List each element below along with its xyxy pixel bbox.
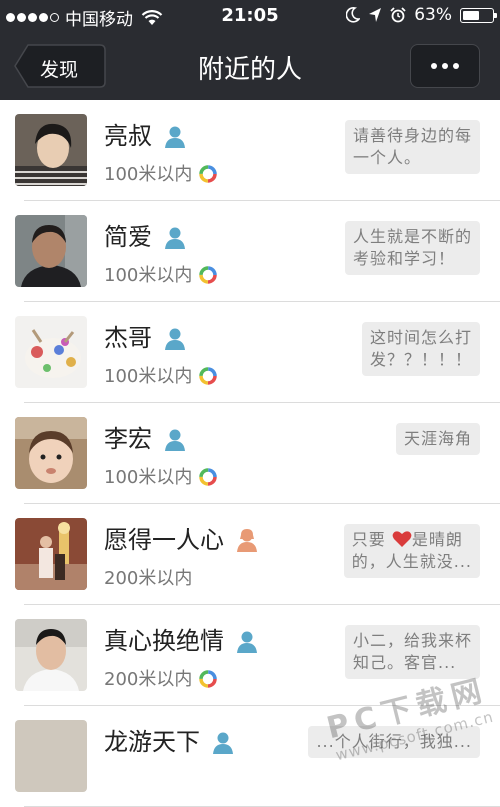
- nav-bar: 发现 附近的人: [0, 32, 500, 100]
- avatar[interactable]: [15, 114, 87, 186]
- distance-line: 100米以内: [104, 160, 218, 186]
- person-row[interactable]: 简爱 100米以内 人生就是不断的 考验和学习！: [0, 201, 500, 302]
- avatar[interactable]: [15, 417, 87, 489]
- battery-percent: 63%: [414, 5, 452, 25]
- moon-icon: [346, 7, 361, 23]
- status-bar: 中国移动 21:05 63%: [0, 0, 500, 32]
- person-row[interactable]: 杰哥 100米以内 这时间怎么打 发？？！！！: [0, 302, 500, 403]
- signature-line: 人生就是不断的: [352, 227, 472, 246]
- male-icon: [212, 731, 234, 755]
- distance-label: 200米以内: [104, 568, 193, 589]
- signature-bubble: 天涯海角: [395, 423, 480, 455]
- signature-line: 天涯海角: [403, 429, 472, 448]
- distance-label: 100米以内: [104, 164, 193, 185]
- alarm-icon: [390, 7, 406, 23]
- signature-bubble: 这时间怎么打 发？？！！！: [361, 322, 480, 376]
- person-name-line: 亮叔: [104, 116, 186, 151]
- battery-icon: [460, 7, 497, 23]
- avatar[interactable]: [15, 518, 87, 590]
- signature-line: 小二，给我来杯: [352, 631, 472, 650]
- person-name-line: 龙游天下: [104, 722, 234, 757]
- male-icon: [164, 125, 186, 149]
- avatar[interactable]: [15, 619, 87, 691]
- signature-line: 发？？！！！: [369, 350, 472, 369]
- moments-ring-icon: [198, 265, 218, 285]
- more-dots-icon: [431, 63, 437, 69]
- distance-line: 200米以内: [104, 564, 192, 590]
- moments-ring-icon: [198, 669, 218, 689]
- distance-line: 100米以内: [104, 463, 218, 489]
- person-row[interactable]: 愿得一人心 200米以内 只要 是晴朗的，人生就没...: [0, 504, 500, 605]
- person-name-line: 愿得一人心: [104, 520, 258, 555]
- avatar[interactable]: [15, 215, 87, 287]
- signature-text: 的，人生就没...: [351, 552, 472, 571]
- female-icon: [236, 529, 258, 553]
- signature-text: 是晴朗: [411, 530, 463, 549]
- moments-ring-icon: [198, 467, 218, 487]
- male-icon: [164, 428, 186, 452]
- heart-icon: [392, 530, 412, 548]
- person-name: 愿得一人心: [104, 526, 224, 554]
- signature-line: 考验和学习！: [352, 249, 455, 268]
- male-icon: [236, 630, 258, 654]
- person-name-line: 简爱: [104, 217, 186, 252]
- person-name: 龙游天下: [104, 728, 200, 756]
- signature-line: 一个人。: [352, 148, 421, 167]
- distance-label: 100米以内: [104, 366, 193, 387]
- male-icon: [164, 226, 186, 250]
- avatar[interactable]: [15, 720, 87, 792]
- person-row[interactable]: 李宏 100米以内 天涯海角: [0, 403, 500, 504]
- signature-text: 只要: [351, 530, 386, 549]
- signature-bubble: 请善待身边的每 一个人。: [344, 120, 480, 174]
- person-name-line: 杰哥: [104, 318, 186, 353]
- distance-line: 100米以内: [104, 362, 218, 388]
- distance-line: 200米以内: [104, 665, 218, 691]
- person-name-line: 李宏: [104, 419, 186, 454]
- male-icon: [164, 327, 186, 351]
- signature-line: 这时间怎么打: [369, 328, 472, 347]
- signature-line: 知己。客官...: [352, 653, 457, 672]
- person-row[interactable]: 亮叔 100米以内 请善待身边的每 一个人。: [0, 100, 500, 201]
- distance-label: 200米以内: [104, 669, 193, 690]
- signature-bubble: 人生就是不断的 考验和学习！: [344, 221, 480, 275]
- person-name: 简爱: [104, 223, 152, 251]
- person-name: 杰哥: [104, 324, 152, 352]
- distance-label: 100米以内: [104, 467, 193, 488]
- person-name: 真心换绝情: [104, 627, 224, 655]
- signature-line: 请善待身边的每: [352, 126, 472, 145]
- signature-bubble: 只要 是晴朗的，人生就没...: [343, 524, 480, 578]
- distance-label: 100米以内: [104, 265, 193, 286]
- moments-ring-icon: [198, 164, 218, 184]
- more-button[interactable]: [410, 44, 480, 88]
- person-name-line: 真心换绝情: [104, 621, 258, 656]
- location-arrow-icon: [369, 8, 382, 22]
- person-name: 李宏: [104, 425, 152, 453]
- person-name: 亮叔: [104, 122, 152, 150]
- moments-ring-icon: [198, 366, 218, 386]
- avatar[interactable]: [15, 316, 87, 388]
- distance-line: 100米以内: [104, 261, 218, 287]
